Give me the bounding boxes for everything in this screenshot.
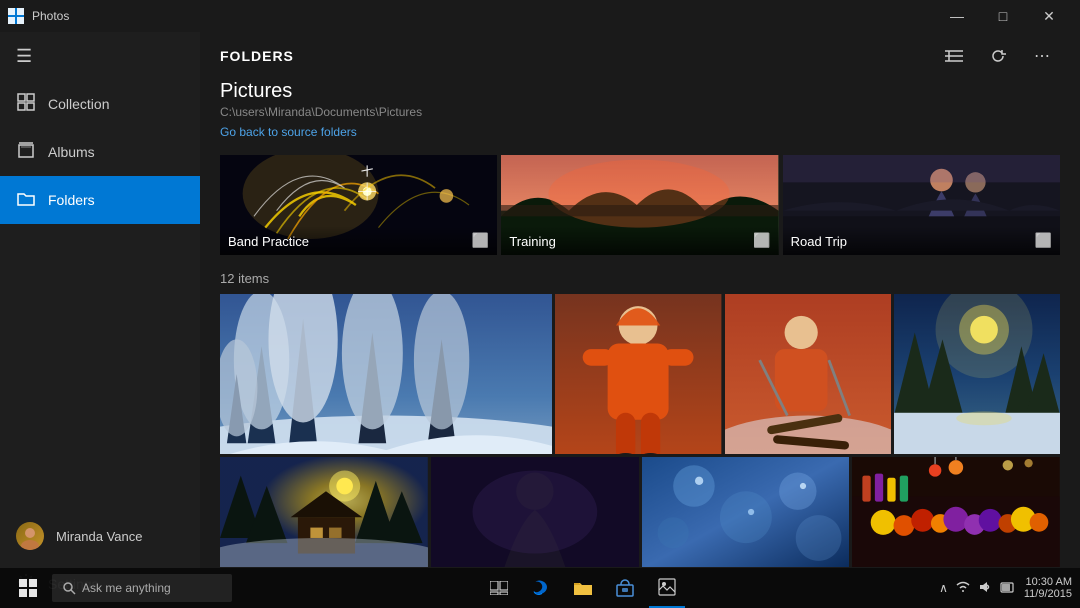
close-button[interactable]: ✕ — [1026, 0, 1072, 32]
app-icon — [8, 8, 24, 24]
toolbar-title: FOLDERS — [220, 48, 294, 64]
user-profile[interactable]: Miranda Vance — [0, 512, 200, 560]
albums-label: Albums — [48, 144, 95, 160]
taskbar-left: Ask me anything — [8, 568, 232, 608]
notification-icon[interactable] — [1000, 581, 1014, 596]
folders-grid: Band Practice ⬜ — [220, 155, 1060, 255]
taskbar-icons — [481, 568, 685, 608]
photo-row-1 — [220, 294, 1060, 454]
folder-name-band-practice: Band Practice — [228, 234, 309, 249]
app-title: Photos — [32, 9, 69, 23]
photos-taskbar-button[interactable] — [649, 568, 685, 608]
folder-card-road-trip[interactable]: Road Trip ⬜ — [783, 155, 1060, 255]
folder-label-road-trip: Road Trip ⬜ — [783, 226, 1060, 255]
albums-icon — [16, 141, 36, 164]
folder-name-road-trip: Road Trip — [791, 234, 847, 249]
pictures-title: Pictures — [220, 80, 1060, 103]
search-icon — [62, 581, 76, 595]
scroll-area[interactable]: Pictures C:\users\Miranda\Documents\Pict… — [200, 80, 1080, 608]
folders-icon — [16, 189, 36, 212]
collection-label: Collection — [48, 96, 109, 112]
folder-card-band-practice[interactable]: Band Practice ⬜ — [220, 155, 497, 255]
folder-select-icon-3: ⬜ — [1035, 232, 1052, 249]
photo-item-6[interactable] — [431, 457, 639, 567]
folders-label: Folders — [48, 192, 95, 208]
chevron-up-icon[interactable]: ∧ — [939, 581, 948, 595]
main-content: FOLDERS ⋯ — [200, 32, 1080, 608]
avatar — [16, 522, 44, 550]
more-options-button[interactable]: ⋯ — [1024, 38, 1060, 74]
clock[interactable]: 10:30 AM 11/9/2015 — [1024, 576, 1072, 600]
folder-card-training[interactable]: Training ⬜ — [501, 155, 778, 255]
folder-select-icon-2: ⬜ — [753, 232, 770, 249]
store-button[interactable] — [607, 568, 643, 608]
volume-icon[interactable] — [978, 581, 992, 596]
toolbar-actions: ⋯ — [936, 38, 1060, 74]
minimize-button[interactable]: — — [934, 0, 980, 32]
sidebar-item-collection[interactable]: Collection — [0, 80, 200, 128]
photo-item-1[interactable] — [220, 294, 552, 454]
task-view-button[interactable] — [481, 568, 517, 608]
search-bar[interactable]: Ask me anything — [52, 574, 232, 602]
date-display: 11/9/2015 — [1024, 588, 1072, 600]
photo-item-3[interactable] — [725, 294, 891, 454]
start-button[interactable] — [8, 568, 48, 608]
search-text: Ask me anything — [82, 581, 171, 595]
photo-item-7[interactable] — [642, 457, 850, 567]
items-count: 12 items — [220, 271, 1060, 286]
back-to-folders-link[interactable]: Go back to source folders — [220, 125, 357, 139]
title-bar: Photos — □ ✕ — [0, 0, 1080, 32]
folder-label-training: Training ⬜ — [501, 226, 778, 255]
window-controls: — □ ✕ — [934, 0, 1072, 32]
user-name: Miranda Vance — [56, 529, 142, 544]
title-bar-left: Photos — [8, 8, 69, 24]
list-view-button[interactable] — [936, 38, 972, 74]
pictures-section: Pictures C:\users\Miranda\Documents\Pict… — [220, 80, 1060, 155]
photo-item-2[interactable] — [555, 294, 721, 454]
network-icon[interactable] — [956, 581, 970, 596]
folder-label-band-practice: Band Practice ⬜ — [220, 226, 497, 255]
maximize-button[interactable]: □ — [980, 0, 1026, 32]
folder-select-icon: ⬜ — [472, 232, 489, 249]
sidebar-item-albums[interactable]: Albums — [0, 128, 200, 176]
sidebar-item-folders[interactable]: Folders — [0, 176, 200, 224]
edge-button[interactable] — [523, 568, 559, 608]
toolbar: FOLDERS ⋯ — [200, 32, 1080, 80]
taskbar: Ask me anything — [0, 568, 1080, 608]
photo-item-5[interactable] — [220, 457, 428, 567]
hamburger-icon: ☰ — [16, 46, 32, 67]
time-display: 10:30 AM — [1024, 576, 1072, 588]
file-explorer-button[interactable] — [565, 568, 601, 608]
more-icon: ⋯ — [1034, 46, 1050, 66]
sidebar: ☰ Collection Albums — [0, 32, 200, 608]
folder-name-training: Training — [509, 234, 555, 249]
hamburger-button[interactable]: ☰ — [0, 32, 200, 80]
system-tray: ∧ — [933, 581, 1020, 596]
photo-row-2 — [220, 457, 1060, 567]
refresh-button[interactable] — [980, 38, 1016, 74]
collection-icon — [16, 93, 36, 116]
taskbar-right: ∧ — [933, 576, 1072, 600]
photo-item-8[interactable] — [852, 457, 1060, 567]
pictures-path: C:\users\Miranda\Documents\Pictures — [220, 105, 1060, 119]
app-container: ☰ Collection Albums — [0, 32, 1080, 608]
photo-item-4[interactable] — [894, 294, 1060, 454]
